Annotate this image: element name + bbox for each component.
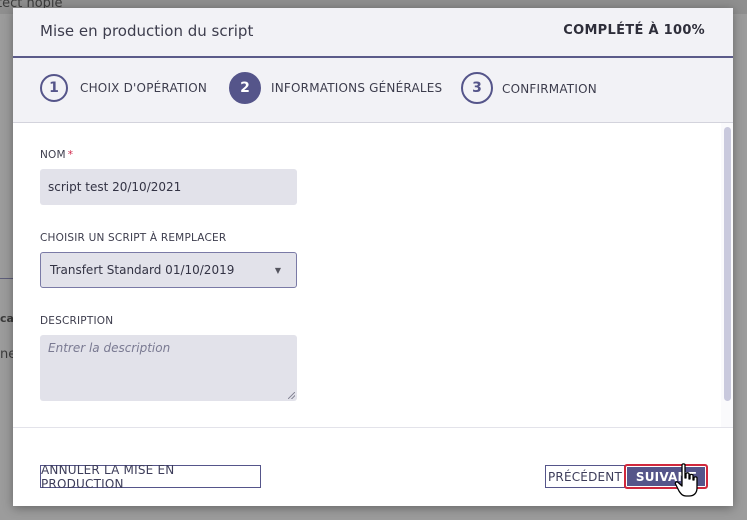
- replace-script-select[interactable]: Transfert Standard 01/10/2019 ▼: [40, 252, 297, 288]
- step-number: 3: [461, 72, 493, 104]
- resize-handle-icon[interactable]: [288, 392, 295, 399]
- required-mark: *: [67, 149, 74, 161]
- step-confirmation[interactable]: 3 CONFIRMATION: [461, 72, 597, 104]
- dialog-header: Mise en production du script COMPLÉTÉ À …: [13, 8, 733, 58]
- replace-script-value: Transfert Standard 01/10/2019: [50, 263, 235, 277]
- chevron-down-icon: ▼: [274, 265, 281, 275]
- cancel-production-button[interactable]: ANNULER LA MISE EN PRODUCTION: [40, 463, 261, 491]
- step-choice[interactable]: 1 CHOIX D'OPÉRATION: [40, 74, 207, 102]
- name-value: script test 20/10/2021: [48, 180, 182, 194]
- description-placeholder: Entrer la description: [48, 341, 171, 355]
- step-label: INFORMATIONS GÉNÉRALES: [271, 81, 443, 95]
- description-field[interactable]: Entrer la description: [40, 335, 297, 401]
- step-label: CHOIX D'OPÉRATION: [80, 81, 208, 95]
- background-divider: [0, 278, 14, 279]
- wizard-stepper: 1 CHOIX D'OPÉRATION 2 INFORMATIONS GÉNÉR…: [13, 58, 733, 123]
- scrollbar-thumb[interactable]: [724, 127, 731, 401]
- dialog-title: Mise en production du script: [40, 22, 254, 40]
- step-number: 2: [229, 72, 261, 104]
- scrollbar[interactable]: [721, 123, 733, 427]
- dialog-body: NOM * script test 20/10/2021 CHOISIR UN S…: [13, 123, 733, 428]
- step-number: 1: [40, 74, 68, 102]
- step-label: CONFIRMATION: [502, 82, 597, 96]
- previous-button[interactable]: PRÉCÉDENT: [545, 465, 625, 488]
- completion-status: COMPLÉTÉ À 100%: [563, 23, 705, 38]
- dialog-footer: ANNULER LA MISE EN PRODUCTION PRÉCÉDENT …: [13, 428, 733, 506]
- replace-script-label: CHOISIR UN SCRIPT À REMPLACER: [40, 232, 227, 244]
- name-label: NOM *: [40, 149, 74, 161]
- production-dialog: Mise en production du script COMPLÉTÉ À …: [13, 8, 733, 506]
- step-general-info[interactable]: 2 INFORMATIONS GÉNÉRALES: [229, 72, 442, 104]
- description-label: DESCRIPTION: [40, 315, 114, 327]
- name-field[interactable]: script test 20/10/2021: [40, 169, 297, 205]
- hand-cursor-icon: [674, 463, 698, 497]
